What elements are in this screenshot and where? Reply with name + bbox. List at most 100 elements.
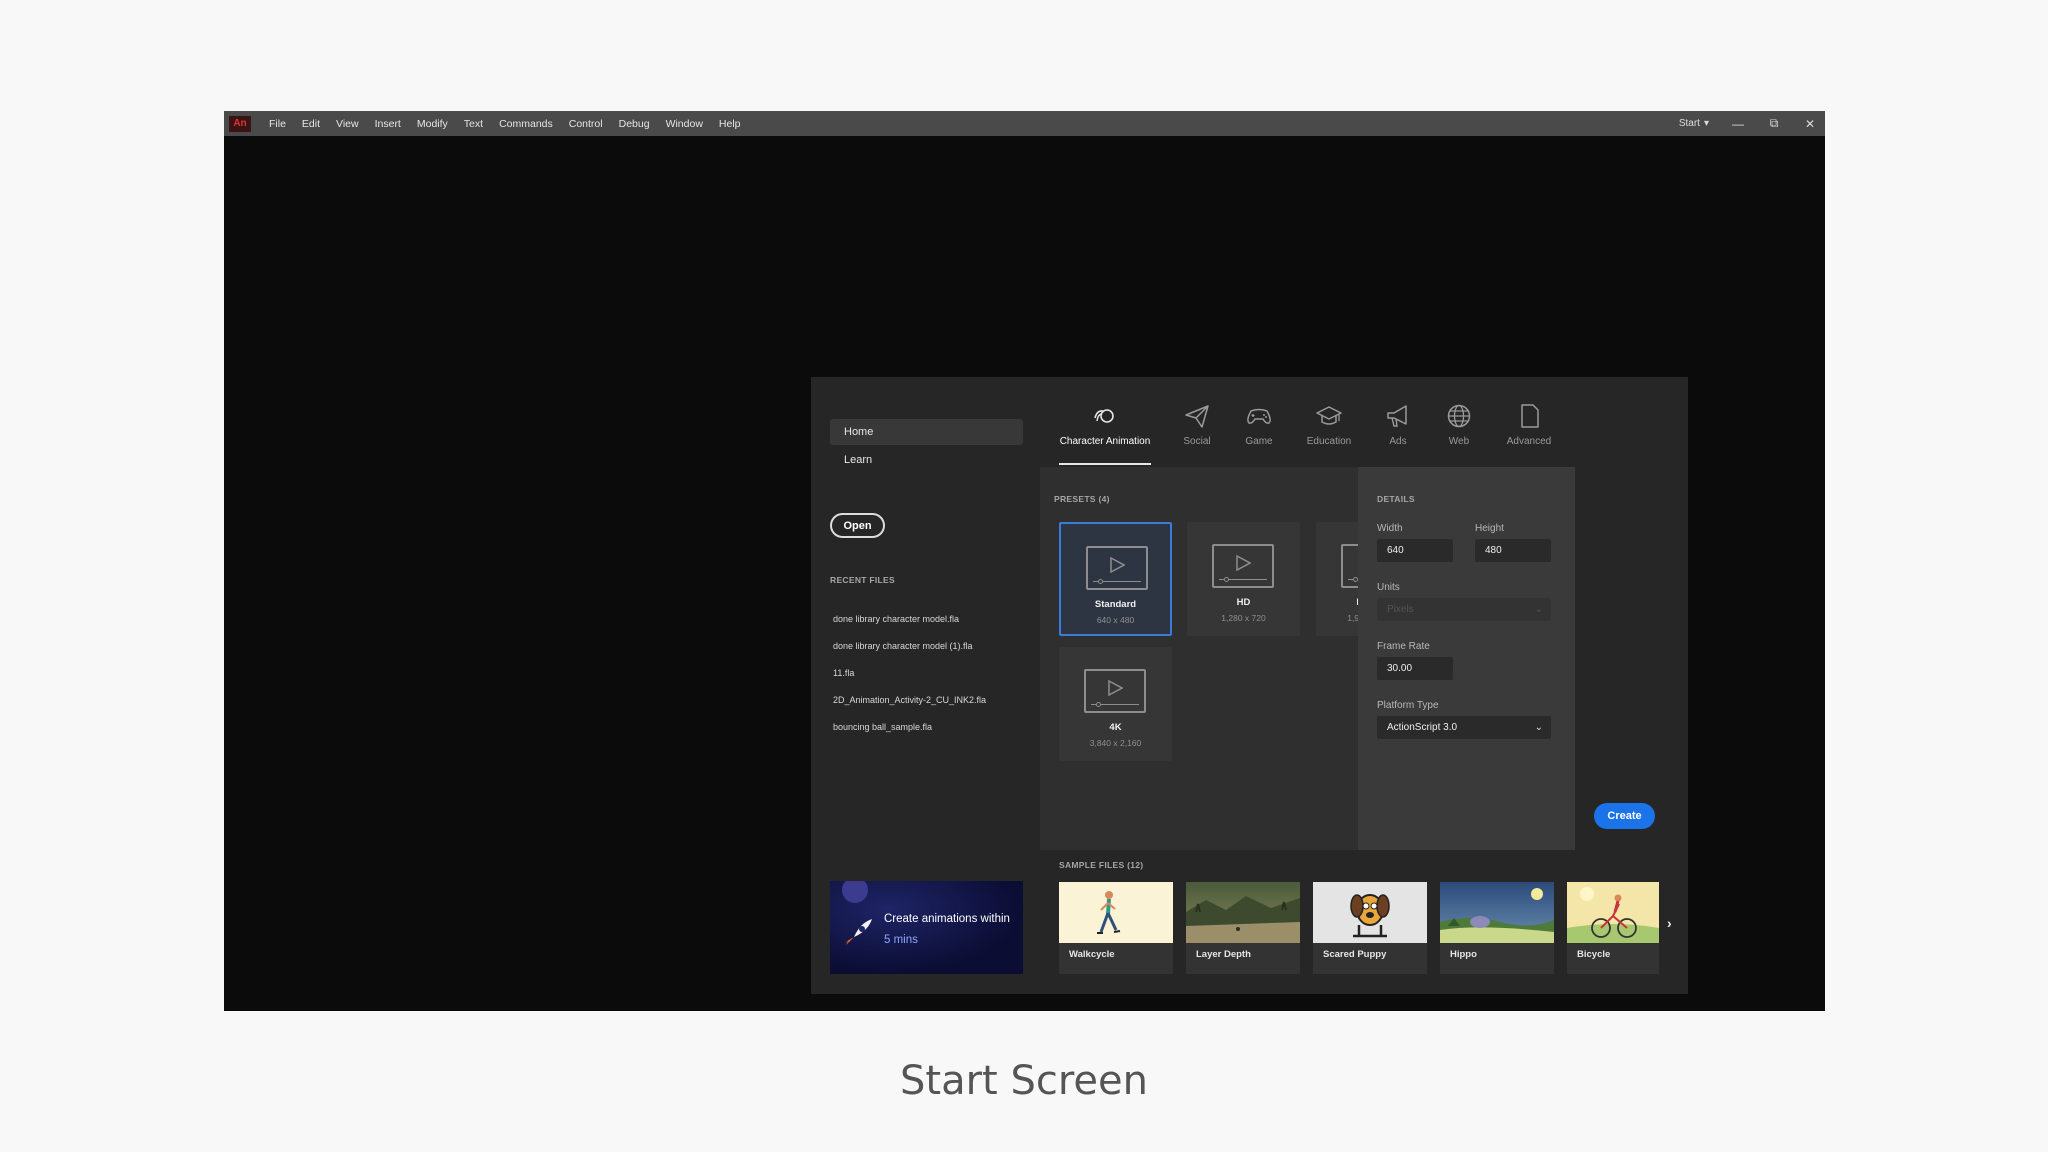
app-window: An File Edit View Insert Modify Text Com… <box>224 111 1825 1011</box>
frame-rate-label: Frame Rate <box>1377 641 1430 652</box>
megaphone-icon <box>1387 405 1407 427</box>
globe-icon <box>1447 404 1471 428</box>
rocket-icon <box>844 919 872 945</box>
tab-label: Ads <box>1389 436 1407 447</box>
units-label: Units <box>1377 582 1400 593</box>
recent-file-item[interactable]: 2D_Animation_Activity-2_CU_INK2.fla <box>833 695 986 705</box>
menu-modify[interactable]: Modify <box>409 118 456 130</box>
menu-control[interactable]: Control <box>561 118 611 130</box>
frame-rate-field[interactable]: 30.00 <box>1377 657 1453 680</box>
sample-name: Walkcycle <box>1069 949 1115 960</box>
preset-size: 3,840 x 2,160 <box>1089 738 1142 748</box>
preset-hd[interactable]: HD 1,280 x 720 <box>1187 522 1300 636</box>
height-field[interactable]: 480 <box>1475 539 1551 562</box>
promo-accent: 5 mins <box>884 934 918 946</box>
app-logo: An <box>229 115 251 132</box>
preset-size: 640 x 480 <box>1096 615 1135 625</box>
sample-file-scared-puppy[interactable]: Scared Puppy <box>1313 882 1427 974</box>
preset-4k[interactable]: 4K 3,840 x 2,160 <box>1059 647 1172 761</box>
sample-thumbnail <box>1567 882 1659 943</box>
tab-advanced[interactable]: Advanced <box>1484 402 1574 447</box>
menu-window[interactable]: Window <box>658 118 711 130</box>
units-select: Pixels ⌄ <box>1377 598 1551 621</box>
menu-file[interactable]: File <box>261 118 294 130</box>
tab-label: Character Animation <box>1059 436 1151 447</box>
sample-name: Layer Depth <box>1196 949 1251 960</box>
sample-file-walkcycle[interactable]: Walkcycle <box>1059 882 1173 974</box>
menubar-right: Start ▾ — ⧉ ✕ <box>1679 111 1817 136</box>
recent-file-item[interactable]: bouncing ball_sample.fla <box>833 722 932 732</box>
graduation-cap-icon <box>1316 406 1342 425</box>
sample-name: Bicycle <box>1577 949 1611 960</box>
height-label: Height <box>1475 523 1504 534</box>
recent-files-label: RECENT FILES <box>830 575 895 585</box>
video-icon <box>1212 544 1274 588</box>
character-animation-icon <box>1094 409 1114 423</box>
sample-file-hippo[interactable]: Hippo <box>1440 882 1554 974</box>
sample-files-label: SAMPLE FILES (12) <box>1059 860 1144 870</box>
recent-file-item[interactable]: done library character model.fla <box>833 614 959 624</box>
width-field[interactable]: 640 <box>1377 539 1453 562</box>
menu-insert[interactable]: Insert <box>367 118 409 130</box>
menu-help[interactable]: Help <box>711 118 749 130</box>
restore-icon[interactable]: ⧉ <box>1767 116 1781 131</box>
units-value: Pixels <box>1387 604 1414 615</box>
menu-view[interactable]: View <box>328 118 367 130</box>
menubar: An File Edit View Insert Modify Text Com… <box>224 111 1825 136</box>
close-icon[interactable]: ✕ <box>1803 117 1817 131</box>
tutorial-promo-card[interactable]: Create animations within 5 mins <box>830 881 1023 974</box>
slide-caption: Start Screen <box>900 1058 1148 1104</box>
sample-thumbnail <box>1186 882 1300 943</box>
minimize-icon[interactable]: — <box>1731 117 1745 131</box>
preset-name: HD <box>1236 597 1251 608</box>
tab-character-animation[interactable]: Character Animation <box>1060 402 1150 447</box>
video-icon <box>1084 669 1146 713</box>
presets-panel: PRESETS (4) Standard 640 x 480 HD 1,280 … <box>1040 467 1430 850</box>
chevron-right-icon[interactable]: › <box>1667 915 1672 931</box>
menu-edit[interactable]: Edit <box>294 118 328 130</box>
chevron-down-icon: ▾ <box>1703 118 1709 129</box>
active-tab-indicator <box>1059 463 1151 465</box>
sample-name: Scared Puppy <box>1323 949 1387 960</box>
recent-file-item[interactable]: done library character model (1).fla <box>833 641 973 651</box>
nav-home[interactable]: Home <box>830 419 1023 445</box>
nav-learn[interactable]: Learn <box>830 447 1023 473</box>
sample-file-bicycle[interactable]: Bicycle <box>1567 882 1659 974</box>
create-button[interactable]: Create <box>1594 803 1655 829</box>
platform-type-value: ActionScript 3.0 <box>1387 722 1458 733</box>
video-icon <box>1086 546 1148 590</box>
promo-line: Create animations within <box>884 913 1010 925</box>
sample-thumbnail <box>1059 882 1173 943</box>
sample-name: Hippo <box>1450 949 1477 960</box>
preset-standard[interactable]: Standard 640 x 480 <box>1059 522 1172 636</box>
open-button[interactable]: Open <box>830 513 885 538</box>
menu-text[interactable]: Text <box>456 118 491 130</box>
details-panel: DETAILS Width 640 Height 480 Units Pixel… <box>1358 467 1575 850</box>
tab-label: Web <box>1448 436 1470 447</box>
sample-thumbnail <box>1440 882 1554 943</box>
workspace-switcher[interactable]: Start ▾ <box>1679 118 1709 129</box>
promo-text: Create animations within 5 mins <box>884 909 1022 951</box>
platform-type-label: Platform Type <box>1377 700 1439 711</box>
tab-label: Education <box>1306 436 1352 447</box>
gamepad-icon <box>1247 408 1271 424</box>
document-icon <box>1521 404 1539 428</box>
chevron-down-icon: ⌄ <box>1534 722 1543 733</box>
tab-label: Advanced <box>1506 436 1552 447</box>
planet-graphic <box>842 881 868 903</box>
workspace-label: Start <box>1678 118 1700 129</box>
sample-thumbnail <box>1313 882 1427 943</box>
details-label: DETAILS <box>1377 494 1415 504</box>
presets-label: PRESETS (4) <box>1054 494 1110 504</box>
preset-size: 1,280 x 720 <box>1221 613 1266 623</box>
menu-commands[interactable]: Commands <box>491 118 561 130</box>
tab-label: Game <box>1245 436 1273 447</box>
menu-debug[interactable]: Debug <box>611 118 658 130</box>
paper-plane-icon <box>1185 405 1209 428</box>
preset-name: 4K <box>1109 722 1122 733</box>
recent-file-item[interactable]: 11.fla <box>833 668 854 678</box>
tab-label: Social <box>1183 436 1211 447</box>
platform-type-select[interactable]: ActionScript 3.0 ⌄ <box>1377 716 1551 739</box>
sample-file-layer-depth[interactable]: Layer Depth <box>1186 882 1300 974</box>
preset-name: Standard <box>1094 599 1137 610</box>
